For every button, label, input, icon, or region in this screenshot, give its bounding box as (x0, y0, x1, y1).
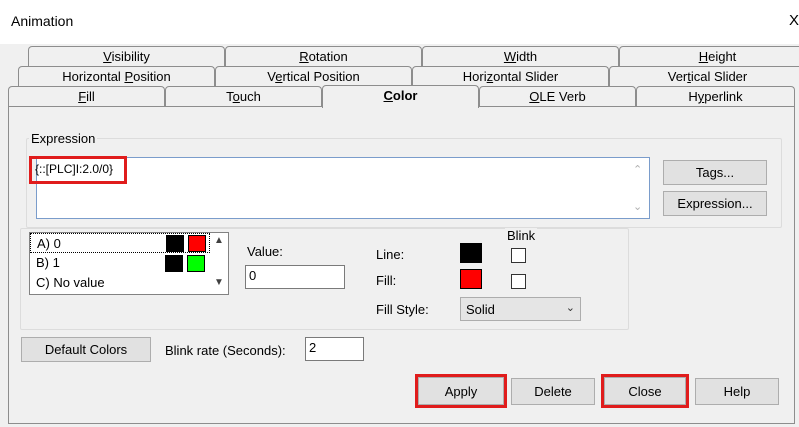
state-a-line-swatch (166, 235, 184, 252)
apply-highlight (415, 374, 507, 408)
list-item-state-b[interactable]: B) 1 (30, 253, 210, 273)
scroll-down-icon[interactable]: ▼ (214, 277, 224, 288)
line-label: Line: (376, 247, 405, 262)
expression-scrollbar[interactable]: ⌃ ⌄ (630, 159, 648, 217)
list-item-state-a[interactable]: A) 0 (30, 233, 210, 253)
fill-blink-checkbox[interactable] (511, 274, 526, 289)
fill-label: Fill: (376, 273, 397, 288)
fill-style-value: Solid (466, 302, 495, 317)
scroll-up-icon[interactable]: ⌃ (633, 163, 642, 176)
states-listbox[interactable]: A) 0 B) 1 C) No value ▲ ▼ (29, 232, 229, 295)
default-colors-button[interactable]: Default Colors (21, 337, 151, 362)
help-button[interactable]: Help (695, 378, 779, 405)
line-blink-checkbox[interactable] (511, 248, 526, 263)
state-a-fill-swatch (188, 235, 206, 252)
blink-rate-label: Blink rate (Seconds): (165, 343, 286, 358)
blink-label: Blink (505, 228, 538, 243)
value-input[interactable]: 0 (245, 265, 345, 289)
state-b-line-swatch (165, 255, 183, 272)
expression-button[interactable]: Expression... (663, 191, 767, 216)
fill-style-select[interactable]: Solid ⌄ (460, 297, 581, 321)
tags-button[interactable]: Tags... (663, 160, 767, 185)
state-b-fill-swatch (187, 255, 205, 272)
expression-group-label: Expression (29, 131, 98, 146)
delete-button[interactable]: Delete (511, 378, 595, 405)
value-label: Value: (247, 244, 283, 259)
line-color-button[interactable] (460, 243, 482, 263)
fill-style-label: Fill Style: (376, 302, 429, 317)
list-item-state-c[interactable]: C) No value (30, 273, 210, 293)
expression-input[interactable]: ⌃ ⌄ (36, 157, 650, 219)
chevron-down-icon: ⌄ (565, 302, 575, 314)
scroll-down-icon[interactable]: ⌄ (633, 200, 642, 213)
fill-color-button[interactable] (460, 269, 482, 289)
blink-rate-input[interactable]: 2 (305, 337, 364, 361)
scroll-up-icon[interactable]: ▲ (214, 235, 224, 246)
expression-highlight (29, 156, 127, 184)
close-highlight (601, 374, 689, 408)
states-scrollbar[interactable]: ▲ ▼ (211, 233, 228, 294)
